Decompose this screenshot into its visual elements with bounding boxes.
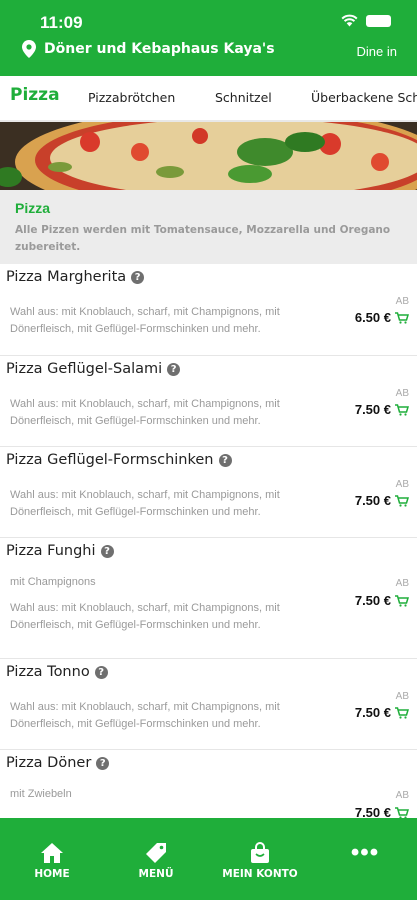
category-tabs: Pizza Pizzabrötchen Schnitzel Überbacken…: [0, 76, 417, 122]
item-price: 7.50 €: [354, 493, 391, 508]
bag-icon: [251, 842, 269, 863]
price-row[interactable]: 7.50 €: [355, 805, 409, 818]
info-icon[interactable]: ?: [100, 544, 114, 558]
item-name: Pizza Funghi: [6, 543, 96, 559]
cart-icon: [395, 706, 409, 719]
item-price: 7.50 €: [354, 705, 391, 720]
app-header: 11:09 Döner und Kebaphaus Kaya's Dine in: [0, 0, 417, 76]
tab-pizza[interactable]: Pizza: [10, 85, 60, 105]
item-description: Wahl aus: mit Knoblauch, scharf, mit Cha…: [10, 602, 280, 631]
item-name: Pizza Geflügel-Formschinken: [6, 452, 214, 468]
item-name: Pizza Margherita: [6, 269, 127, 285]
nav-menu[interactable]: MENÜ: [106, 818, 206, 900]
menu-item-funghi[interactable]: Pizza Funghi ? mit Champignons Wahl aus:…: [0, 538, 417, 659]
nav-account-label: MEIN KONTO: [222, 868, 298, 880]
more-icon: •••: [350, 839, 380, 866]
item-name: Pizza Döner: [6, 755, 92, 771]
item-subtitle: mit Zwiebeln: [10, 788, 72, 800]
nav-home-label: HOME: [34, 868, 70, 880]
menu-item-margherita[interactable]: Pizza Margherita ? Wahl aus: mit Knoblau…: [0, 264, 417, 356]
item-name-row: Pizza Tonno ?: [6, 664, 108, 680]
menu-item-list: Pizza Margherita ? Wahl aus: mit Knoblau…: [0, 264, 417, 818]
info-icon[interactable]: ?: [167, 362, 181, 376]
status-icons: [341, 14, 391, 27]
home-icon: [41, 843, 63, 863]
menu-item-tonno[interactable]: Pizza Tonno ? Wahl aus: mit Knoblauch, s…: [0, 659, 417, 750]
info-icon[interactable]: ?: [218, 453, 232, 467]
price-row[interactable]: 7.50 €: [355, 705, 409, 720]
item-price: 7.50 €: [354, 805, 391, 818]
item-name: Pizza Geflügel-Salami: [6, 361, 163, 377]
price-row[interactable]: 7.50 €: [355, 493, 409, 508]
info-icon[interactable]: ?: [131, 270, 145, 284]
item-description: Wahl aus: mit Knoblauch, scharf, mit Cha…: [10, 306, 280, 335]
cart-icon: [395, 311, 409, 324]
price-prefix: AB: [395, 388, 409, 399]
category-description: Alle Pizzen werden mit Tomatensauce, Moz…: [15, 224, 391, 253]
store-selector[interactable]: Döner und Kebaphaus Kaya's: [22, 40, 275, 58]
price-prefix: AB: [395, 479, 409, 490]
price-prefix: AB: [395, 578, 409, 589]
battery-icon: [366, 14, 391, 27]
price-prefix: AB: [395, 296, 409, 307]
nav-account[interactable]: MEIN KONTO: [210, 818, 310, 900]
item-name-row: Pizza Funghi ?: [6, 543, 114, 559]
pizza-image: [0, 122, 417, 190]
item-name-row: Pizza Geflügel-Salami ?: [6, 361, 181, 377]
item-subtitle: mit Champignons: [10, 576, 96, 588]
dine-in-button[interactable]: Dine in: [357, 44, 397, 59]
bottom-navigation: HOME MENÜ MEIN KONTO •••: [0, 818, 417, 900]
nav-more[interactable]: •••: [315, 818, 415, 900]
cart-icon: [395, 594, 409, 607]
wifi-icon: [341, 14, 358, 27]
info-icon[interactable]: ?: [96, 756, 110, 770]
item-description: Wahl aus: mit Knoblauch, scharf, mit Cha…: [10, 701, 280, 730]
price-row[interactable]: 6.50 €: [355, 310, 409, 325]
category-info: Pizza Alle Pizzen werden mit Tomatensauc…: [0, 190, 417, 264]
item-name-row: Pizza Margherita ?: [6, 269, 145, 285]
cart-icon: [395, 494, 409, 507]
cart-icon: [395, 403, 409, 416]
item-description: Wahl aus: mit Knoblauch, scharf, mit Cha…: [10, 489, 280, 518]
store-name: Döner und Kebaphaus Kaya's: [44, 41, 275, 57]
status-time: 11:09: [40, 13, 83, 32]
item-price: 6.50 €: [354, 310, 391, 325]
item-description: Wahl aus: mit Knoblauch, scharf, mit Cha…: [10, 398, 280, 427]
nav-home[interactable]: HOME: [2, 818, 102, 900]
menu-item-doener[interactable]: Pizza Döner ? mit Zwiebeln AB 7.50 €: [0, 750, 417, 818]
price-prefix: AB: [395, 790, 409, 801]
tab-ueberbackene[interactable]: Überbackene Sch: [311, 90, 417, 105]
item-name: Pizza Tonno: [6, 664, 90, 680]
item-name-row: Pizza Geflügel-Formschinken ?: [6, 452, 232, 468]
location-pin-icon: [22, 40, 36, 58]
category-title: Pizza: [15, 200, 51, 216]
cart-icon: [395, 806, 409, 818]
tab-schnitzel[interactable]: Schnitzel: [215, 90, 272, 105]
price-row[interactable]: 7.50 €: [355, 402, 409, 417]
item-price: 7.50 €: [354, 593, 391, 608]
menu-item-gefluegel-salami[interactable]: Pizza Geflügel-Salami ? Wahl aus: mit Kn…: [0, 356, 417, 447]
price-prefix: AB: [395, 691, 409, 702]
tag-icon: [146, 843, 166, 863]
item-name-row: Pizza Döner ?: [6, 755, 110, 771]
tab-pizzabroetchen[interactable]: Pizzabrötchen: [88, 90, 175, 105]
nav-menu-label: MENÜ: [138, 868, 174, 880]
price-row[interactable]: 7.50 €: [355, 593, 409, 608]
info-icon[interactable]: ?: [94, 665, 108, 679]
item-price: 7.50 €: [354, 402, 391, 417]
menu-item-gefluegel-formschinken[interactable]: Pizza Geflügel-Formschinken ? Wahl aus: …: [0, 447, 417, 538]
category-hero-image: [0, 122, 417, 190]
